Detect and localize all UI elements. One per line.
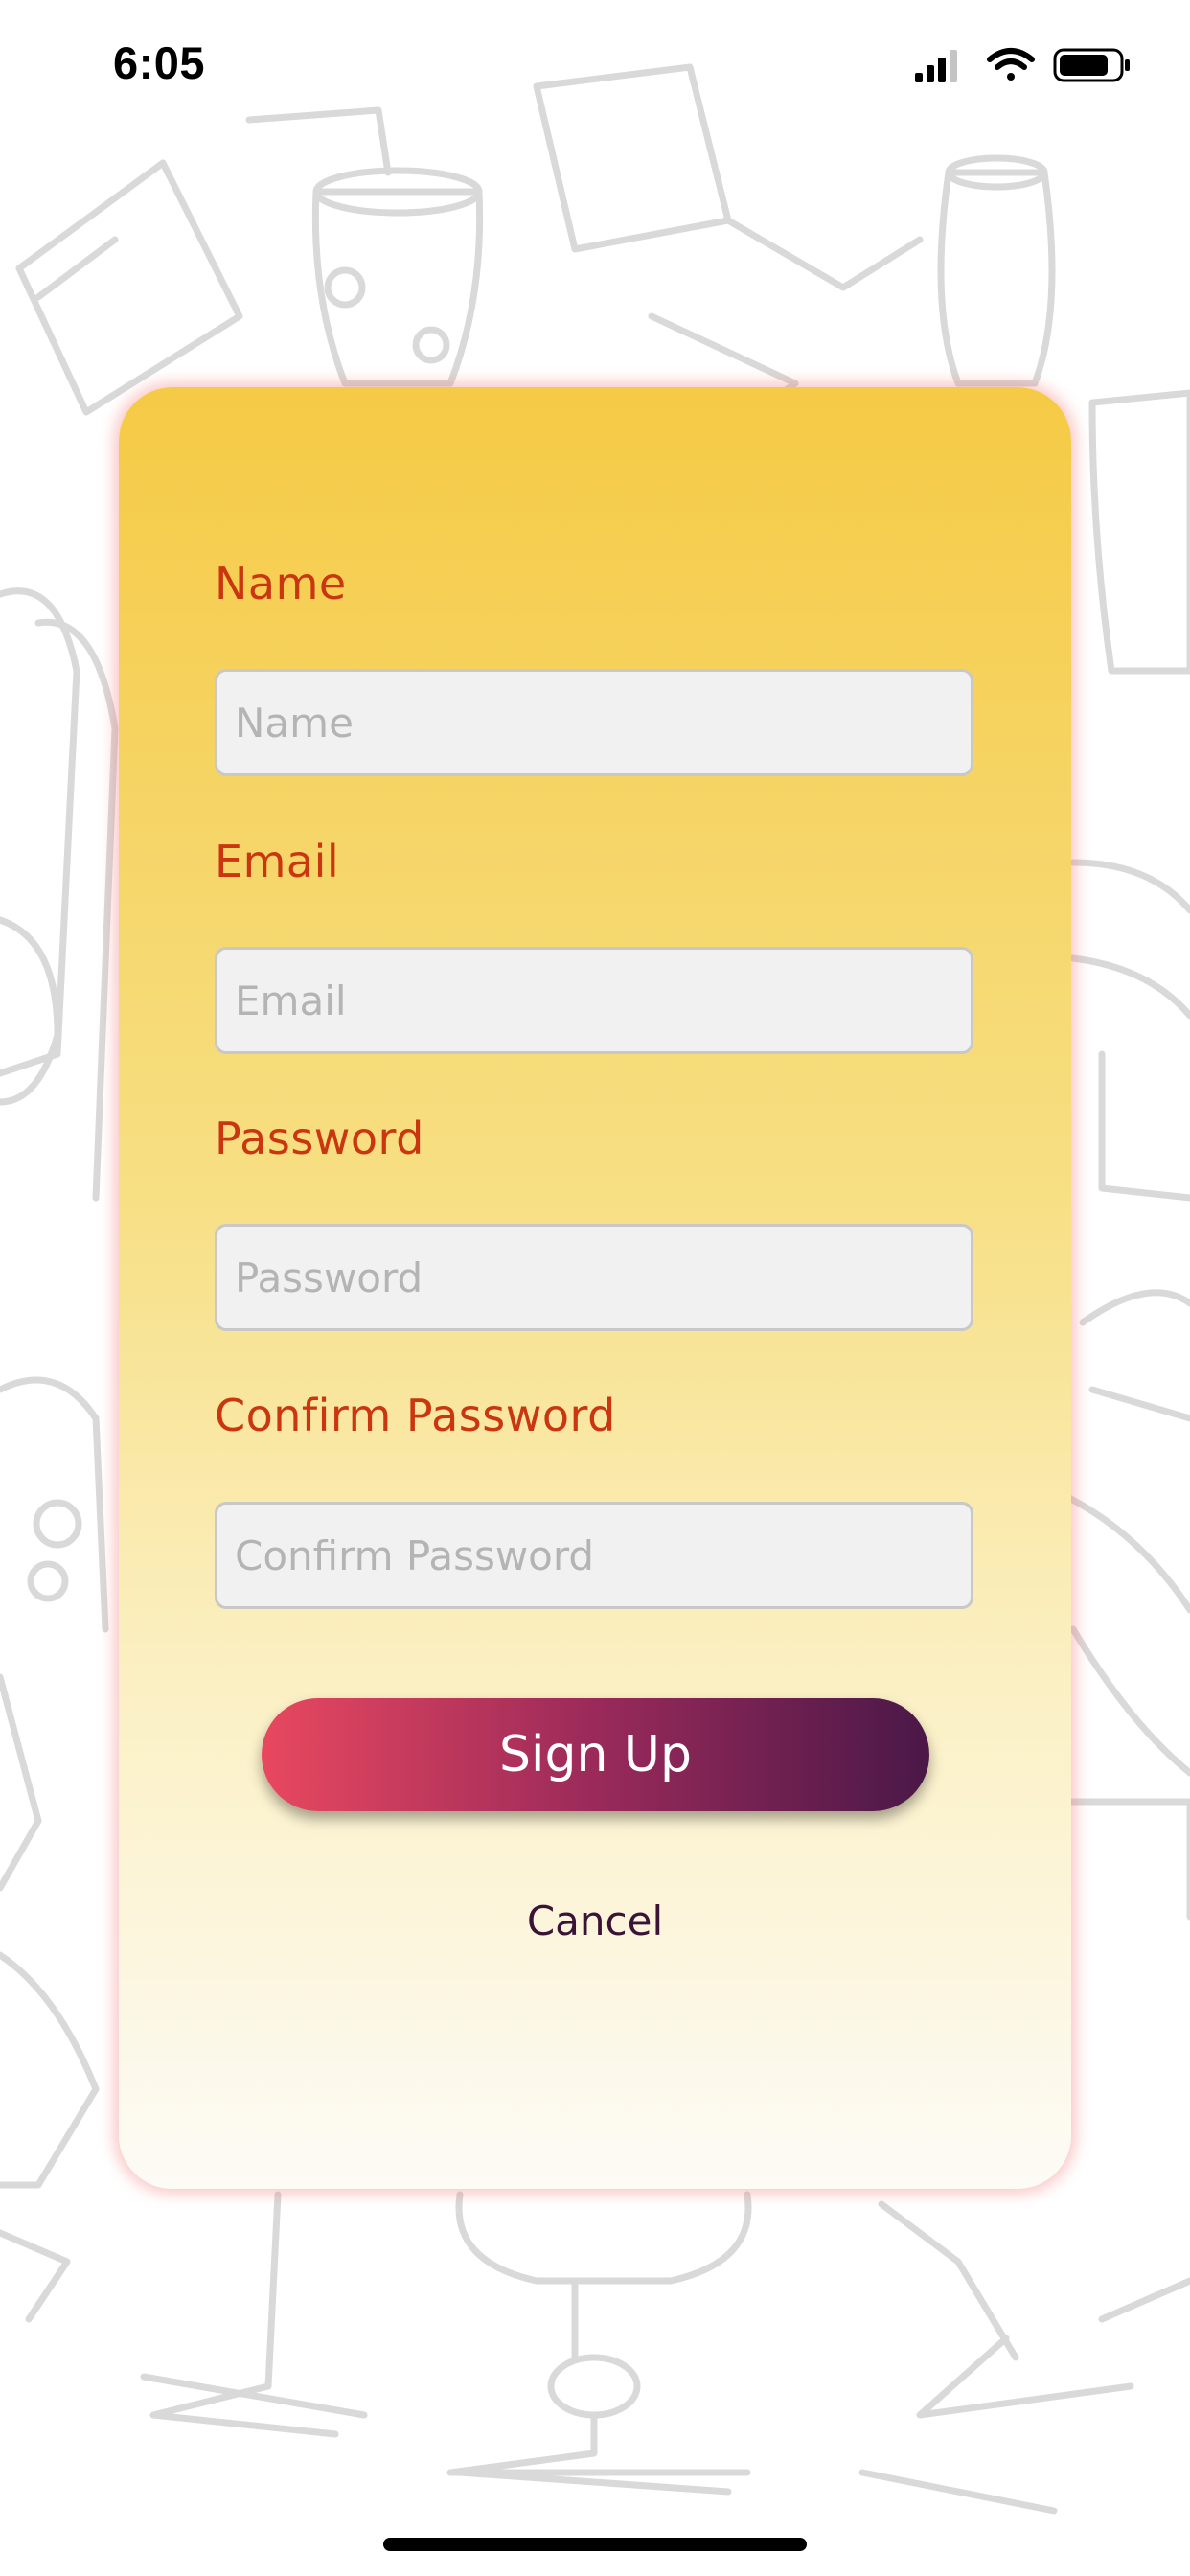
signup-button[interactable]: Sign Up <box>262 1698 929 1811</box>
status-time: 6:05 <box>113 37 206 88</box>
confirm-password-input[interactable] <box>215 1502 973 1609</box>
password-label: Password <box>215 1113 424 1164</box>
confirm-password-label: Confirm Password <box>215 1390 616 1441</box>
email-input[interactable] <box>215 947 973 1054</box>
status-icons <box>915 48 1130 82</box>
signal-icon <box>915 50 957 82</box>
home-indicator <box>383 2538 807 2551</box>
signup-screen: 6:05 Name Email Password Confirm Passwor… <box>0 0 1190 2576</box>
wifi-icon <box>987 48 1035 80</box>
password-input[interactable] <box>215 1224 973 1331</box>
battery-icon <box>1053 48 1130 82</box>
name-label: Name <box>215 558 347 610</box>
name-input[interactable] <box>215 669 973 776</box>
email-label: Email <box>215 836 340 887</box>
cancel-button[interactable]: Cancel <box>403 1888 787 1955</box>
